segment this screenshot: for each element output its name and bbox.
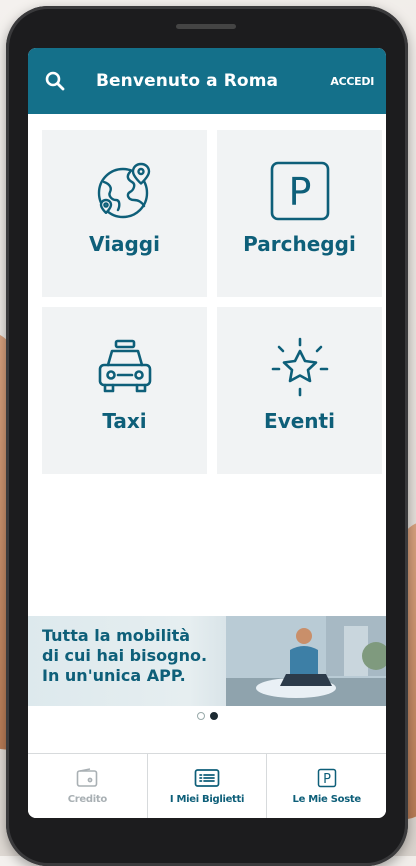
services-grid: Viaggi P Parcheggi Taxi Eventi [28,114,386,474]
ticket-icon [194,768,220,787]
tile-label: Eventi [264,409,335,433]
search-button[interactable] [40,66,70,96]
tile-label: Parcheggi [243,232,356,256]
banner-text: Tutta la mobilità di cui hai bisogno. In… [42,626,207,686]
globe-pin-icon [97,162,150,219]
taxi-icon [98,339,151,393]
nav-credito[interactable]: Credito [28,754,147,818]
tile-taxi[interactable]: Taxi [42,307,207,474]
bottom-nav: Credito I Miei Biglietti P Le Mie Soste [28,753,386,818]
parking-icon: P [270,161,329,221]
nav-biglietti[interactable]: I Miei Biglietti [146,754,267,818]
svg-text:P: P [288,170,311,214]
tile-eventi[interactable]: Eventi [217,307,382,474]
banner-line: Tutta la mobilità [42,626,191,645]
banner-line: di cui hai bisogno. [42,646,208,665]
parking-icon: P [317,768,336,787]
wallet-icon [77,767,98,787]
phone-frame: Benvenuto a Roma ACCEDI Viaggi P Parcheg… [6,6,408,866]
app-header: Benvenuto a Roma ACCEDI [28,48,386,114]
page-title: Benvenuto a Roma [96,71,279,91]
nav-soste[interactable]: P Le Mie Soste [266,754,386,818]
nav-label: I Miei Biglietti [169,793,245,805]
login-button[interactable]: ACCEDI [330,75,374,88]
nav-label: Le Mie Soste [292,793,362,805]
tile-viaggi[interactable]: Viaggi [42,130,207,297]
banner-line: In un'unica APP. [42,666,186,685]
carousel-dot[interactable] [196,712,205,720]
app-screen: Benvenuto a Roma ACCEDI Viaggi P Parcheg… [28,48,386,818]
promo-banner[interactable]: Tutta la mobilità di cui hai bisogno. In… [28,616,386,706]
star-burst-icon [271,337,328,397]
svg-text:P: P [323,772,331,787]
tile-parcheggi[interactable]: P Parcheggi [217,130,382,297]
tile-label: Taxi [102,409,147,433]
search-icon [45,71,65,91]
carousel-indicator [28,712,386,720]
banner-photo [226,616,386,706]
tile-label: Viaggi [89,232,160,256]
phone-speaker [176,24,236,29]
carousel-dot-active[interactable] [209,712,218,720]
nav-label: Credito [67,793,108,805]
